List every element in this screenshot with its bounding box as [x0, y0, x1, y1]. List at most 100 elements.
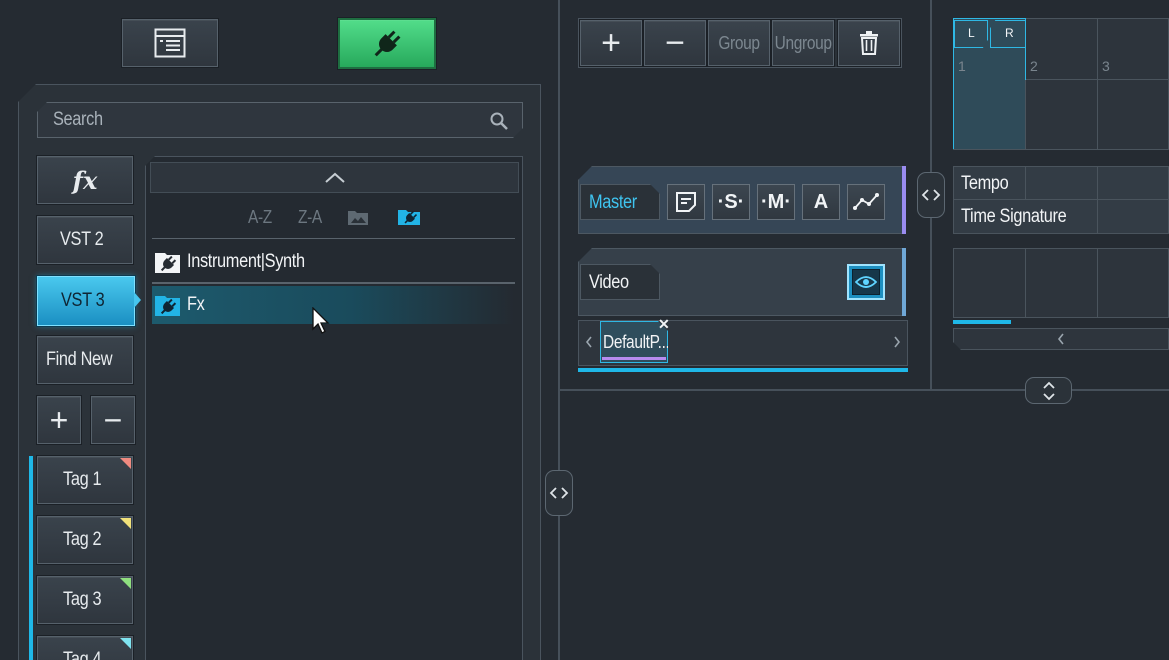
video-name-box[interactable]: Video	[580, 264, 660, 300]
group-label: Group	[718, 32, 760, 53]
category-vst2-button[interactable]: VST 2	[37, 216, 133, 264]
grid-cell	[1098, 80, 1169, 150]
tag-label: Tag 1	[62, 469, 102, 490]
timeline-resize-handle[interactable]	[917, 172, 945, 218]
tag-label: Tag 2	[62, 529, 102, 550]
add-category-button[interactable]: +	[37, 396, 81, 444]
automation-label: A	[813, 190, 829, 213]
tag-label: Tag 3	[62, 589, 102, 610]
minus-icon: −	[665, 23, 685, 62]
plug-icon	[374, 30, 401, 56]
chevron-right-icon	[894, 336, 901, 348]
track-name: Video	[589, 272, 629, 293]
vertical-divider	[558, 0, 560, 660]
track-color-strip	[902, 248, 906, 316]
bar-number: 1	[958, 58, 966, 74]
loop-left-marker[interactable]: L	[954, 20, 988, 48]
video-visibility-button[interactable]	[847, 264, 885, 300]
category-label: VST 3	[60, 290, 105, 311]
track-name: Master	[589, 192, 637, 213]
list-view-button[interactable]	[122, 19, 218, 67]
search-icon[interactable]	[490, 112, 508, 130]
category-label: Find New	[46, 349, 113, 370]
mute-label: ·M·	[760, 190, 791, 213]
plugin-folder-icon	[155, 253, 180, 273]
tag-4-button[interactable]: Tag 4	[37, 636, 133, 660]
grid-cell	[1098, 166, 1169, 200]
delete-track-button[interactable]	[838, 20, 900, 66]
plugin-browser-button[interactable]	[338, 18, 436, 69]
grid-cell	[1026, 166, 1098, 200]
category-find-new-button[interactable]: Find New	[37, 336, 133, 384]
add-track-button[interactable]: +	[580, 20, 642, 66]
remove-track-button[interactable]: −	[644, 20, 706, 66]
tag-1-button[interactable]: Tag 1	[37, 456, 133, 504]
sort-za-button[interactable]: Z-A	[298, 207, 326, 228]
chevron-left-icon	[1057, 333, 1065, 345]
tag-3-button[interactable]: Tag 3	[37, 576, 133, 624]
tag-color-marker	[120, 518, 131, 529]
tag-color-marker	[120, 458, 131, 469]
clip-color-bar	[602, 357, 666, 360]
solo-label: ·S·	[717, 190, 745, 213]
mouse-cursor-icon	[312, 307, 330, 334]
tempo-label[interactable]: Tempo	[961, 173, 1009, 195]
list-item-label: Instrument|Synth	[187, 251, 305, 272]
grid-cell	[1026, 80, 1098, 150]
bar-number: 2	[1030, 58, 1038, 74]
resize-vertical-icon	[1042, 381, 1055, 400]
divider	[152, 238, 515, 239]
edit-notes-button[interactable]	[667, 184, 705, 220]
list-view-icon	[154, 28, 186, 58]
solo-button[interactable]: ·S·	[712, 184, 750, 220]
remove-category-button[interactable]: −	[91, 396, 135, 444]
tag-color-marker	[120, 578, 131, 589]
list-item[interactable]: Instrument|Synth	[152, 244, 514, 282]
search-input[interactable]: Search	[53, 109, 103, 131]
horizontal-divider	[560, 389, 1169, 391]
selected-pointer	[134, 292, 141, 308]
grid-cell	[1098, 200, 1169, 234]
group-button[interactable]: Group	[708, 20, 770, 66]
fx-icon: fx	[72, 165, 98, 195]
plus-icon: +	[601, 23, 621, 62]
grid-cell	[1026, 248, 1098, 318]
loop-right-marker[interactable]: R	[990, 20, 1026, 48]
plus-icon: +	[49, 401, 69, 438]
close-clip-icon[interactable]: ✕	[658, 316, 670, 333]
ungroup-label: Ungroup	[774, 32, 832, 53]
grid-cell	[1098, 248, 1169, 318]
plugin-folder-icon[interactable]	[397, 208, 421, 226]
category-label: VST 2	[59, 229, 104, 250]
clip-scroll-right-button[interactable]	[888, 322, 906, 362]
marker-label: R	[1005, 26, 1014, 40]
clip-label: DefaultP...	[603, 332, 670, 352]
sort-az-button[interactable]: A-Z	[248, 207, 276, 228]
folder-gallery-icon[interactable]	[347, 209, 369, 226]
time-signature-label[interactable]: Time Signature	[961, 206, 1067, 228]
tag-2-button[interactable]: Tag 2	[37, 516, 133, 564]
bar-number: 3	[1102, 58, 1110, 74]
envelope-button[interactable]	[847, 184, 885, 220]
ungroup-button[interactable]: Ungroup	[772, 20, 834, 66]
search-field[interactable]: Search	[37, 102, 523, 138]
grid-cell	[953, 248, 1026, 318]
divider	[152, 282, 515, 284]
timeline-scroll-left-button[interactable]	[953, 328, 1169, 350]
master-name-box[interactable]: Master	[580, 184, 660, 220]
eye-icon	[855, 276, 877, 288]
plugin-folder-icon	[155, 296, 180, 316]
track-color-strip	[902, 166, 906, 234]
clip-scroll-left-button[interactable]	[580, 322, 598, 362]
mute-button[interactable]: ·M·	[757, 184, 795, 220]
scroll-up-button[interactable]	[150, 162, 519, 193]
vertical-resize-handle[interactable]	[1025, 377, 1072, 404]
list-item[interactable]: Fx	[152, 286, 514, 324]
category-fx-button[interactable]: fx	[37, 156, 133, 204]
note-icon	[676, 192, 696, 212]
scroll-position-indicator	[953, 320, 1011, 324]
automation-button[interactable]: A	[802, 184, 840, 220]
category-vst3-button[interactable]: VST 3	[37, 276, 135, 326]
tag-label: Tag 4	[62, 649, 102, 660]
panel-resize-handle[interactable]	[545, 470, 573, 516]
